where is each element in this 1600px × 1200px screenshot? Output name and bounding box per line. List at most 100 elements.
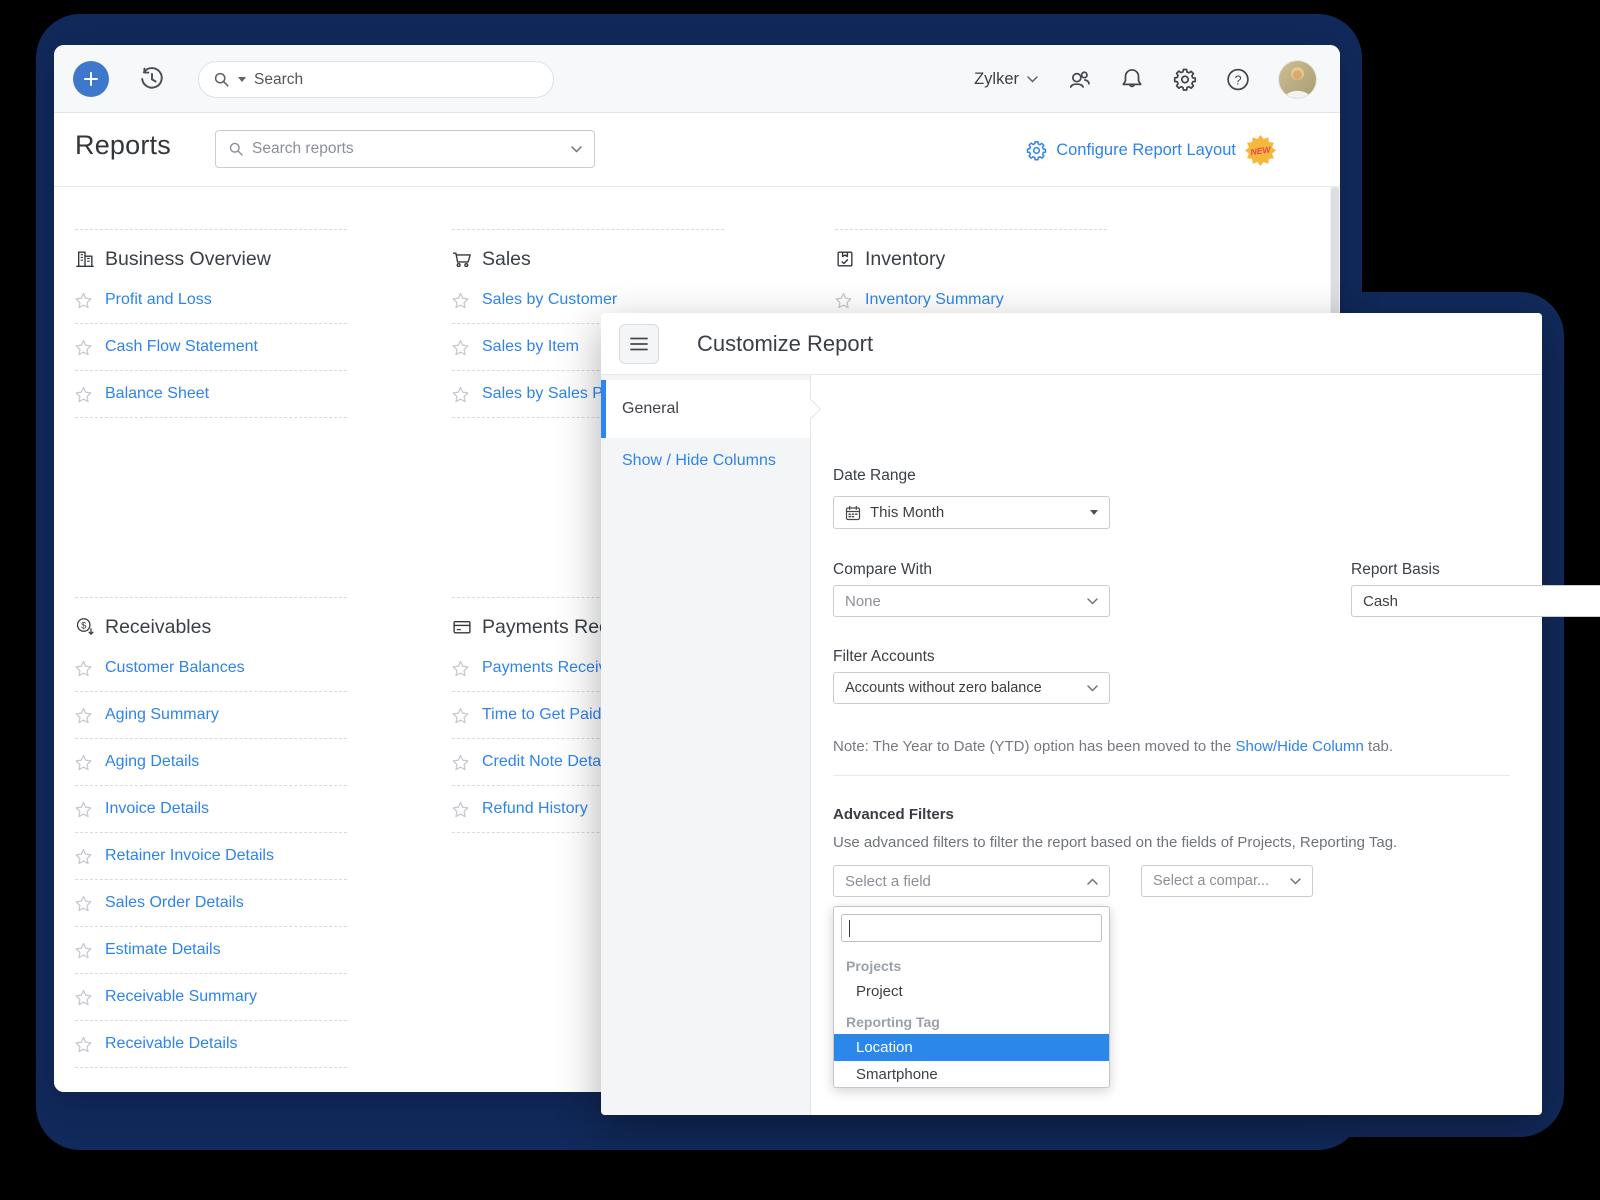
date-range-value: This Month — [870, 504, 944, 521]
topbar-right-cluster: Zylker — [974, 45, 1316, 113]
report-link[interactable]: Time to Get Paid — [482, 706, 601, 724]
modal-title: Customize Report — [697, 313, 873, 375]
chevron-down-icon — [1087, 685, 1098, 692]
section-receivables: $ Receivables Customer Balances A — [75, 597, 347, 1068]
favorite-star-icon[interactable] — [452, 292, 469, 309]
chevron-down-icon — [1027, 76, 1038, 83]
report-link[interactable]: Credit Note Details — [482, 753, 616, 771]
favorite-star-icon[interactable] — [75, 848, 92, 865]
favorite-star-icon[interactable] — [75, 386, 92, 403]
section-title: Sales — [482, 248, 531, 271]
section-title: Receivables — [105, 616, 211, 639]
report-link[interactable]: Customer Balances — [105, 659, 245, 677]
favorite-star-icon[interactable] — [452, 339, 469, 356]
dropdown-search-box[interactable] — [841, 914, 1102, 942]
favorite-star-icon[interactable] — [75, 754, 92, 771]
filter-accounts-select[interactable]: Accounts without zero balance — [833, 672, 1110, 704]
report-link[interactable]: Refund History — [482, 800, 588, 818]
favorite-star-icon[interactable] — [452, 386, 469, 403]
favorite-star-icon[interactable] — [452, 707, 469, 724]
recent-history-button[interactable] — [138, 65, 166, 93]
modal-header: Customize Report — [601, 313, 1542, 375]
card-icon — [452, 617, 472, 637]
reports-header: Reports Configure Report Layout NEW — [54, 113, 1340, 187]
report-link[interactable]: Profit and Loss — [105, 291, 212, 309]
favorite-star-icon[interactable] — [452, 660, 469, 677]
report-link[interactable]: Retainer Invoice Details — [105, 847, 274, 865]
global-search[interactable] — [198, 61, 554, 98]
favorite-star-icon[interactable] — [75, 942, 92, 959]
favorite-star-icon[interactable] — [75, 1036, 92, 1053]
settings-button[interactable] — [1173, 67, 1197, 91]
report-link[interactable]: Balance Sheet — [105, 385, 209, 403]
favorite-star-icon[interactable] — [75, 339, 92, 356]
filter-accounts-value: Accounts without zero balance — [845, 680, 1042, 696]
favorite-star-icon[interactable] — [75, 707, 92, 724]
dropdown-option[interactable]: Smartphone — [834, 1061, 1109, 1088]
field-select[interactable]: Select a field — [833, 865, 1110, 897]
report-list-item: Sales Order Details — [75, 880, 347, 927]
favorite-star-icon[interactable] — [75, 801, 92, 818]
tab-show-hide-columns[interactable]: Show / Hide Columns — [601, 438, 810, 484]
ytd-note: Note: The Year to Date (YTD) option has … — [833, 738, 1393, 755]
configure-report-layout-link[interactable]: Configure Report Layout NEW — [1026, 113, 1276, 187]
report-link[interactable]: Sales by Item — [482, 338, 579, 356]
org-switcher[interactable]: Zylker — [974, 70, 1038, 89]
report-link[interactable]: Aging Details — [105, 753, 199, 771]
filter-accounts-label: Filter Accounts — [833, 648, 935, 666]
hamburger-icon — [630, 337, 648, 351]
show-hide-column-link[interactable]: Show/Hide Column — [1235, 738, 1363, 755]
history-icon — [138, 65, 166, 93]
search-scope-caret-icon[interactable] — [238, 77, 246, 82]
report-search-combobox[interactable] — [215, 130, 595, 168]
date-range-select[interactable]: This Month — [833, 496, 1110, 529]
global-search-input[interactable] — [254, 71, 539, 89]
cart-icon — [452, 249, 472, 269]
report-link[interactable]: Receivable Details — [105, 1035, 238, 1053]
favorite-star-icon[interactable] — [75, 292, 92, 309]
gear-icon — [1026, 140, 1047, 161]
report-search-input[interactable] — [252, 140, 563, 158]
svg-text:$: $ — [81, 620, 86, 630]
chevron-up-icon — [1087, 878, 1098, 885]
report-link[interactable]: Sales by Customer — [482, 291, 617, 309]
report-basis-value: Cash — [1363, 593, 1398, 610]
favorite-star-icon[interactable] — [452, 801, 469, 818]
customize-report-modal: Customize Report General Show / Hide Col… — [601, 313, 1542, 1115]
favorite-star-icon[interactable] — [835, 292, 852, 309]
menu-button[interactable] — [619, 324, 659, 364]
text-cursor — [849, 920, 850, 937]
dropdown-option[interactable]: Location — [834, 1034, 1109, 1061]
report-list-item: Receivable Summary — [75, 974, 347, 1021]
dropdown-search-input[interactable] — [849, 920, 1094, 936]
avatar-photo — [1279, 61, 1316, 98]
compare-with-select[interactable]: None — [833, 585, 1110, 617]
report-list-item: Aging Details — [75, 739, 347, 786]
favorite-star-icon[interactable] — [75, 989, 92, 1006]
calendar-icon — [845, 505, 861, 521]
report-link[interactable]: Sales Order Details — [105, 894, 244, 912]
report-link[interactable]: Inventory Summary — [865, 291, 1004, 309]
report-link[interactable]: Invoice Details — [105, 800, 209, 818]
report-basis-select[interactable]: Cash — [1351, 585, 1600, 617]
report-link[interactable]: Aging Summary — [105, 706, 219, 724]
dropdown-option[interactable]: Project — [834, 978, 1109, 1005]
report-link[interactable]: Estimate Details — [105, 941, 221, 959]
notifications-button[interactable] — [1120, 67, 1144, 91]
quick-create-button[interactable] — [73, 61, 109, 97]
new-badge: NEW — [1245, 135, 1276, 166]
favorite-star-icon[interactable] — [75, 895, 92, 912]
chevron-down-icon — [1087, 598, 1098, 605]
section-business-overview: Business Overview Profit and Loss Cash F… — [75, 229, 347, 418]
report-link[interactable]: Cash Flow Statement — [105, 338, 258, 356]
users-button[interactable] — [1067, 67, 1091, 91]
avatar[interactable] — [1279, 61, 1316, 98]
tab-general[interactable]: General — [601, 380, 810, 438]
favorite-star-icon[interactable] — [452, 754, 469, 771]
building-icon — [75, 249, 95, 269]
comparator-select[interactable]: Select a compar... — [1141, 865, 1313, 897]
favorite-star-icon[interactable] — [75, 660, 92, 677]
gear-icon — [1173, 67, 1197, 92]
report-link[interactable]: Receivable Summary — [105, 988, 257, 1006]
help-button[interactable]: ? — [1226, 67, 1250, 91]
